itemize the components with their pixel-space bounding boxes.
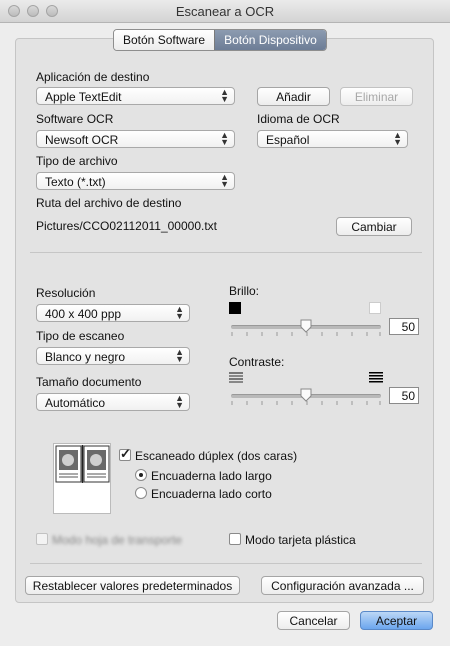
carrier-sheet-label: Modo hoja de transporte xyxy=(52,533,183,547)
dark-square-icon xyxy=(229,302,241,314)
updown-arrows-icon: ▲ ▼ xyxy=(175,304,184,321)
destination-app-value: Apple TextEdit xyxy=(45,90,122,104)
ocr-language-label: Idioma de OCR xyxy=(257,112,340,126)
destination-app-label: Aplicación de destino xyxy=(36,70,150,84)
document-size-label: Tamaño documento xyxy=(36,375,142,389)
file-type-select[interactable]: Texto (*.txt) ▲ ▼ xyxy=(36,172,235,190)
contrast-value-field[interactable]: 50 xyxy=(389,387,419,404)
change-path-button[interactable]: Cambiar xyxy=(336,217,412,236)
remove-app-button[interactable]: Eliminar xyxy=(340,87,413,106)
resolution-select[interactable]: 400 x 400 ppp ▲ ▼ xyxy=(36,304,190,322)
updown-arrows-icon: ▲ ▼ xyxy=(220,172,229,189)
cancel-button[interactable]: Cancelar xyxy=(277,611,350,630)
updown-arrows-icon: ▲ ▼ xyxy=(393,130,402,147)
updown-arrows-icon: ▲ ▼ xyxy=(175,347,184,364)
tab-software-button[interactable]: Botón Software xyxy=(114,30,215,50)
updown-arrows-icon: ▲ ▼ xyxy=(220,130,229,147)
scan-type-value: Blanco y negro xyxy=(45,350,126,364)
document-size-select[interactable]: Automático ▲ ▼ xyxy=(36,393,190,411)
section-divider xyxy=(30,252,422,253)
ocr-software-select[interactable]: Newsoft OCR ▲ ▼ xyxy=(36,130,235,148)
section-divider xyxy=(30,563,422,564)
plastic-card-label: Modo tarjeta plástica xyxy=(245,533,356,547)
file-type-value: Texto (*.txt) xyxy=(45,175,106,189)
contrast-slider-thumb[interactable] xyxy=(300,388,312,402)
brightness-slider-thumb[interactable] xyxy=(300,319,312,333)
bind-long-edge-label: Encuaderna lado largo xyxy=(151,469,272,483)
scan-type-select[interactable]: Blanco y negro ▲ ▼ xyxy=(36,347,190,365)
updown-arrows-icon: ▲ ▼ xyxy=(220,87,229,104)
ocr-language-value: Español xyxy=(266,133,310,147)
light-square-icon xyxy=(369,302,381,314)
updown-arrows-icon: ▲ ▼ xyxy=(175,393,184,410)
restore-defaults-button[interactable]: Restablecer valores predeterminados xyxy=(25,576,240,595)
duplex-label: Escaneado dúplex (dos caras) xyxy=(135,449,298,463)
brightness-value-field[interactable]: 50 xyxy=(389,318,419,335)
ocr-language-select[interactable]: Español ▲ ▼ xyxy=(257,130,408,148)
plastic-card-checkbox[interactable] xyxy=(229,533,241,545)
advanced-settings-button[interactable]: Configuración avanzada ... xyxy=(261,576,424,595)
brightness-label: Brillo: xyxy=(229,284,260,298)
accept-button[interactable]: Aceptar xyxy=(360,611,433,630)
bind-short-edge-label: Encuaderna lado corto xyxy=(151,487,272,501)
resolution-value: 400 x 400 ppp xyxy=(45,307,122,321)
dest-path-value: Pictures/CCO02112011_00000.txt xyxy=(36,219,218,233)
tab-bar: Botón Software Botón Dispositivo xyxy=(113,29,327,51)
carrier-sheet-checkbox[interactable] xyxy=(36,533,48,545)
title-bar: Escanear a OCR xyxy=(0,0,450,23)
high-contrast-icon xyxy=(369,372,383,383)
add-app-button[interactable]: Añadir xyxy=(257,87,330,106)
contrast-label: Contraste: xyxy=(229,355,285,369)
file-type-label: Tipo de archivo xyxy=(36,154,118,168)
ocr-software-value: Newsoft OCR xyxy=(45,133,119,147)
duplex-checkbox[interactable] xyxy=(119,446,131,462)
low-contrast-icon xyxy=(229,372,243,383)
ocr-software-label: Software OCR xyxy=(36,112,114,126)
dest-path-label: Ruta del archivo de destino xyxy=(36,196,182,210)
duplex-pages-icon xyxy=(53,443,111,514)
scan-type-label: Tipo de escaneo xyxy=(36,329,125,343)
destination-app-select[interactable]: Apple TextEdit ▲ ▼ xyxy=(36,87,235,105)
bind-long-edge-radio[interactable] xyxy=(135,469,147,481)
scan-to-ocr-window: Escanear a OCR Botón Software Botón Disp… xyxy=(0,0,450,646)
resolution-label: Resolución xyxy=(36,286,96,300)
tab-device-button[interactable]: Botón Dispositivo xyxy=(214,30,326,50)
window-title: Escanear a OCR xyxy=(175,4,275,19)
document-size-value: Automático xyxy=(45,396,106,410)
bind-short-edge-radio[interactable] xyxy=(135,487,147,499)
